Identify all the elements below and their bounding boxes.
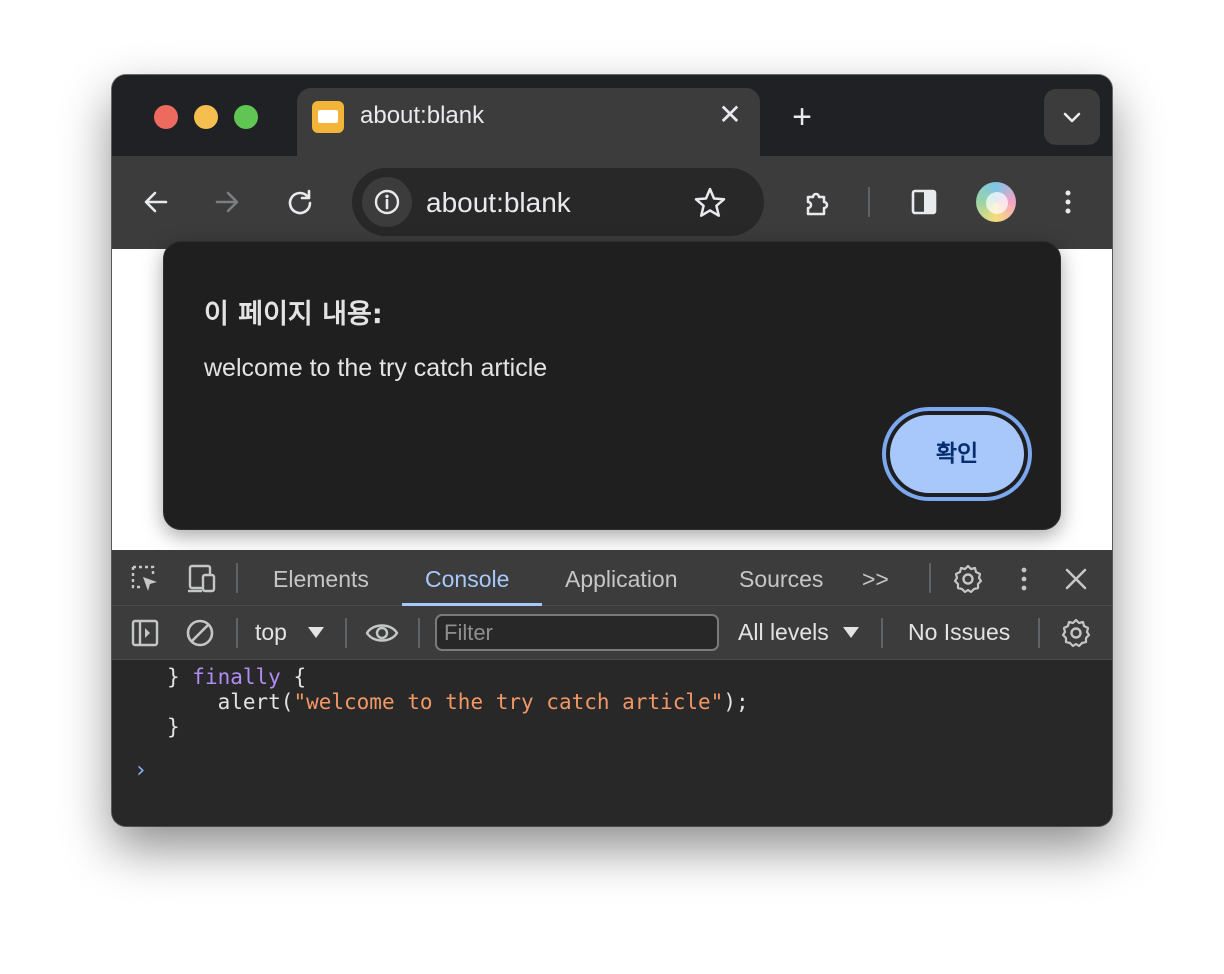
device-toolbar-button[interactable] xyxy=(181,559,221,599)
context-selector[interactable]: top xyxy=(255,619,287,646)
tab-application[interactable]: Application xyxy=(565,566,678,593)
code-line: } finally { xyxy=(167,665,306,689)
code-line: } xyxy=(167,715,180,739)
browser-tab[interactable]: about:blank ✕ xyxy=(297,88,760,156)
maximize-window-button[interactable] xyxy=(234,105,258,129)
code-string: "welcome to the try catch article" xyxy=(293,690,724,714)
devtools-close-button[interactable] xyxy=(1056,559,1096,599)
close-window-button[interactable] xyxy=(154,105,178,129)
devtools-tab-bar: Elements Console Application Sources >> xyxy=(112,551,1112,606)
arrow-left-icon xyxy=(144,191,168,213)
caret-down-icon[interactable] xyxy=(308,627,324,638)
tab-console[interactable]: Console xyxy=(425,566,509,593)
tab-strip: about:blank ✕ + xyxy=(112,75,1112,156)
toolbar-divider xyxy=(345,618,347,648)
tab-close-icon[interactable]: ✕ xyxy=(713,98,747,132)
reload-icon xyxy=(288,189,312,215)
side-panel-icon xyxy=(911,189,937,215)
tab-elements[interactable]: Elements xyxy=(273,566,369,593)
code-keyword: finally xyxy=(192,665,281,689)
url-text[interactable]: about:blank xyxy=(426,187,571,219)
forward-button[interactable] xyxy=(205,180,249,224)
devtools-panel: Elements Console Application Sources >> xyxy=(112,550,1112,826)
gear-icon xyxy=(953,564,983,594)
back-button[interactable] xyxy=(134,180,178,224)
toolbar-divider xyxy=(881,618,883,648)
console-prompt-icon[interactable]: › xyxy=(134,758,147,783)
code-text: } xyxy=(167,715,180,739)
live-expression-button[interactable] xyxy=(361,613,401,653)
dialog-message: welcome to the try catch article xyxy=(204,354,548,382)
console-settings-button[interactable] xyxy=(1056,613,1096,653)
device-icon xyxy=(188,564,216,593)
tab-search-button[interactable] xyxy=(1044,89,1100,145)
dialog-title: 이 페이지 내용: xyxy=(204,299,383,330)
tab-title: about:blank xyxy=(360,102,485,129)
profile-avatar[interactable] xyxy=(976,182,1016,222)
inspect-element-button[interactable] xyxy=(125,559,165,599)
new-tab-button[interactable]: + xyxy=(782,97,822,137)
code-line: alert("welcome to the try catch article"… xyxy=(167,690,749,714)
tab-sources[interactable]: Sources xyxy=(739,566,823,593)
site-info-button[interactable] xyxy=(362,177,412,227)
code-text: alert( xyxy=(167,690,294,714)
page-favicon-icon xyxy=(312,101,344,133)
side-panel-button[interactable] xyxy=(902,180,946,224)
ok-button[interactable]: 확인 xyxy=(886,411,1028,497)
browser-window: about:blank ✕ + about:blank 이 페이지 내용: we… xyxy=(112,75,1112,826)
issues-counter[interactable]: No Issues xyxy=(908,619,1010,646)
close-icon xyxy=(1065,568,1087,590)
console-output[interactable]: } finally { alert("welcome to the try ca… xyxy=(112,661,1112,826)
console-sidebar-button[interactable] xyxy=(125,613,165,653)
kebab-menu-icon xyxy=(1021,567,1027,591)
bookmark-star-icon[interactable] xyxy=(692,185,728,221)
log-levels-dropdown[interactable]: All levels xyxy=(738,619,829,646)
more-tabs-button[interactable]: >> xyxy=(862,566,889,593)
block-icon xyxy=(186,619,214,647)
caret-down-icon[interactable] xyxy=(843,627,859,638)
reload-button[interactable] xyxy=(278,180,322,224)
toolbar-divider xyxy=(1038,618,1040,648)
toolbar-divider xyxy=(236,618,238,648)
console-filter-input[interactable] xyxy=(435,614,719,651)
toolbar-divider xyxy=(868,187,870,217)
devtools-settings-button[interactable] xyxy=(948,559,988,599)
toolbar-divider xyxy=(418,618,420,648)
kebab-menu-icon xyxy=(1065,190,1071,214)
inspect-icon xyxy=(131,565,157,591)
eye-icon xyxy=(365,624,399,642)
alert-dialog: 이 페이지 내용: welcome to the try catch artic… xyxy=(163,241,1061,530)
puzzle-icon xyxy=(806,192,829,216)
console-toolbar: top All levels No Issues xyxy=(112,606,1112,660)
extensions-button[interactable] xyxy=(795,180,839,224)
tab-bar-divider xyxy=(929,563,931,593)
chevron-down-icon xyxy=(1063,112,1081,123)
devtools-menu-button[interactable] xyxy=(1004,559,1044,599)
browser-toolbar: about:blank xyxy=(112,156,1112,249)
code-text: { xyxy=(280,665,307,689)
tab-bar-divider xyxy=(236,563,238,593)
gear-icon xyxy=(1061,618,1091,648)
code-text: } xyxy=(167,665,193,689)
minimize-window-button[interactable] xyxy=(194,105,218,129)
code-text: ); xyxy=(723,690,749,714)
arrow-right-icon xyxy=(215,191,239,213)
clear-console-button[interactable] xyxy=(180,613,220,653)
info-icon xyxy=(374,189,400,215)
sidebar-toggle-icon xyxy=(131,619,159,647)
browser-menu-button[interactable] xyxy=(1046,180,1090,224)
address-bar[interactable]: about:blank xyxy=(352,168,764,236)
